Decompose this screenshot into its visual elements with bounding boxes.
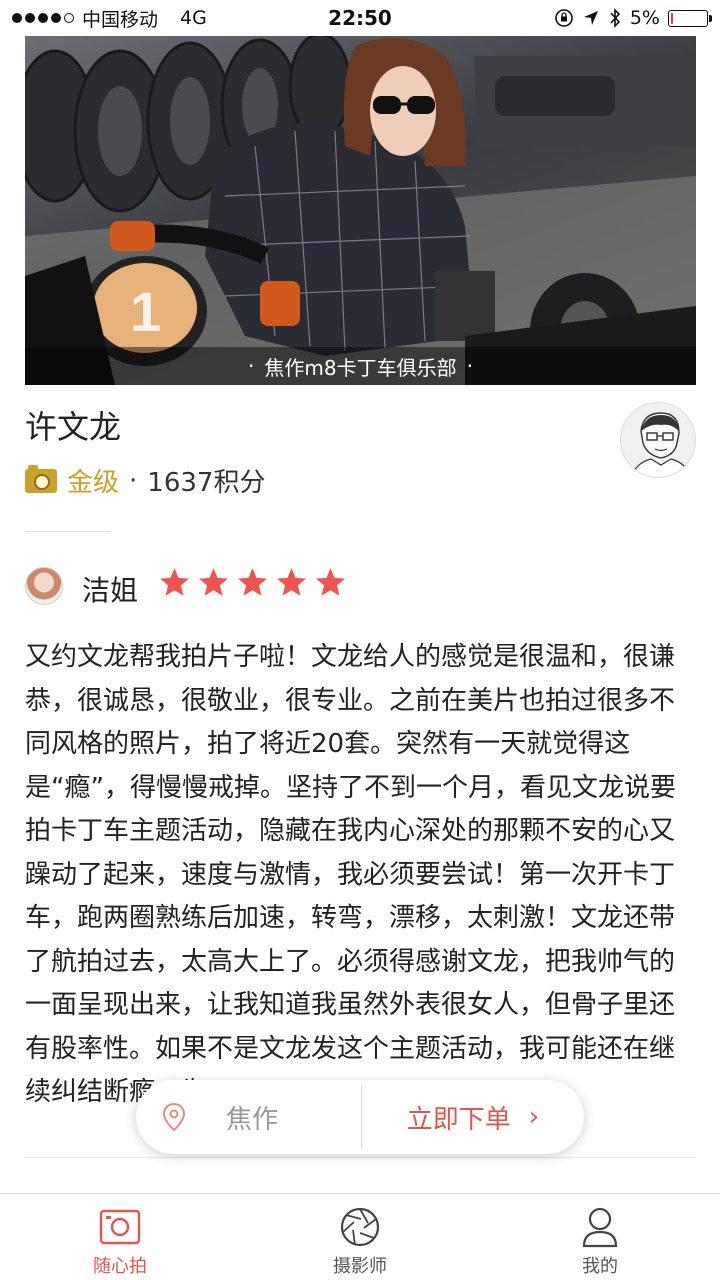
points-label: 1637积分	[147, 468, 266, 498]
camera-badge-icon	[25, 464, 57, 493]
camera-frame-icon	[99, 1209, 141, 1245]
section-divider	[25, 531, 111, 532]
bottom-tab-bar: 随心拍 摄影师 我的	[0, 1193, 720, 1280]
tab-label-mine: 我的	[582, 1256, 618, 1277]
star-icon	[160, 568, 189, 596]
tab-photographer[interactable]: 摄影师	[240, 1194, 480, 1280]
reviewer-name: 洁姐	[82, 574, 139, 607]
star-icon	[238, 568, 267, 596]
tab-shoot[interactable]: 随心拍	[0, 1194, 240, 1280]
orientation-lock-icon	[555, 9, 573, 27]
level-label: 金级	[67, 468, 120, 498]
hero-photo[interactable]: 1 · 焦作m8卡丁车俱乐部 ·	[25, 36, 696, 385]
battery-percent: 5%	[629, 7, 660, 29]
person-icon	[582, 1207, 618, 1248]
content-divider	[25, 1157, 696, 1158]
svg-text:1: 1	[130, 280, 161, 343]
order-now-label: 立即下单	[406, 1104, 511, 1135]
tab-label-shoot: 随心拍	[93, 1256, 147, 1277]
hero-caption: · 焦作m8卡丁车俱乐部 ·	[25, 347, 696, 385]
order-now-button[interactable]: 立即下单 ›	[362, 1080, 584, 1154]
sketch-portrait-icon	[630, 412, 692, 477]
level-separator: ·	[129, 465, 138, 496]
battery-icon	[668, 9, 712, 27]
club-name: 焦作m8卡丁车俱乐部	[264, 355, 457, 380]
location-name: 焦作	[226, 1104, 279, 1135]
status-left: 中国移动 4G	[12, 5, 207, 32]
network-label: 4G	[180, 7, 207, 29]
aperture-icon	[340, 1207, 380, 1247]
status-right: 5%	[554, 7, 712, 29]
tab-label-photographer: 摄影师	[333, 1256, 387, 1277]
location-pin-icon	[162, 1102, 186, 1132]
go-kart-photo-illustration: 1	[25, 36, 696, 385]
photographer-level-row: 金级 · 1637积分	[25, 462, 265, 499]
carrier-label: 中国移动	[82, 8, 159, 31]
photographer-avatar[interactable]	[620, 402, 696, 478]
photographer-name: 许文龙	[25, 408, 122, 446]
tab-mine[interactable]: 我的	[480, 1194, 720, 1280]
review-text: 又约文龙帮我拍片子啦！文龙给人的感觉是很温和，很谦恭，很诚恳，很敬业，很专业。之…	[25, 642, 676, 1107]
star-icon	[277, 568, 306, 596]
star-icon	[199, 568, 228, 596]
rating-stars	[158, 566, 347, 599]
bluetooth-icon	[610, 8, 620, 28]
caption-dot-left: ·	[248, 354, 255, 378]
star-icon	[316, 568, 345, 596]
floating-action-bar: 焦作 立即下单 ›	[136, 1080, 584, 1154]
reviewer-avatar[interactable]	[25, 567, 63, 605]
caption-dot-right: ·	[466, 354, 473, 378]
status-bar: 中国移动 4G 22:50 5%	[0, 0, 720, 36]
chevron-right-icon: ›	[528, 1102, 540, 1132]
location-arrow-icon	[583, 11, 598, 25]
signal-strength-icon	[12, 13, 74, 23]
location-selector[interactable]: 焦作	[136, 1080, 361, 1154]
